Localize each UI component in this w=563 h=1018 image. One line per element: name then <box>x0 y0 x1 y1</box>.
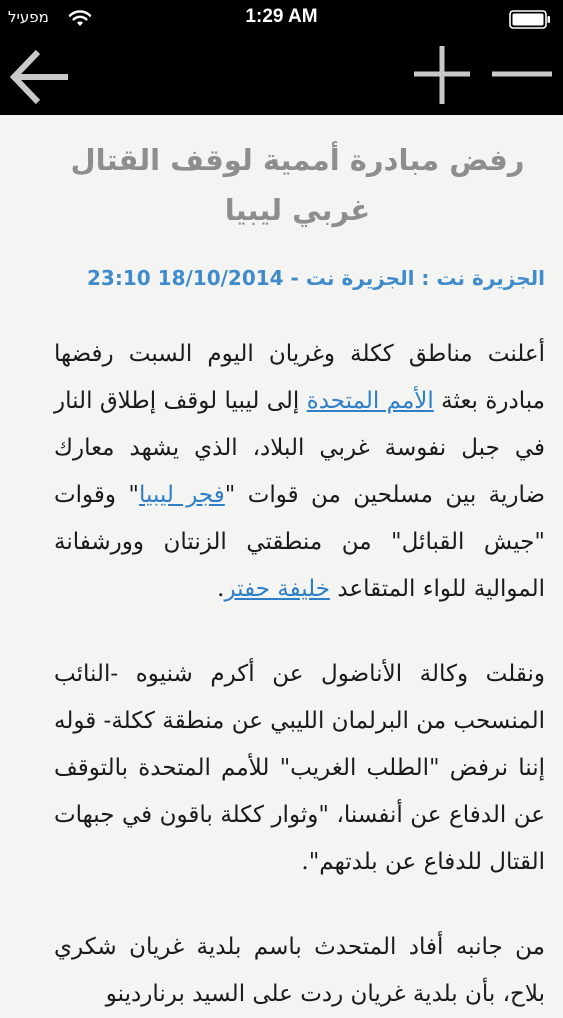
status-bar: מפעיל 1:29 AM <box>0 0 563 40</box>
link-khalifa-haftar[interactable]: خليفة حفتر <box>224 576 330 602</box>
navigation-bar <box>0 40 563 115</box>
link-libya-dawn[interactable]: فجر ليبيا <box>139 482 225 508</box>
battery-icon <box>509 10 550 29</box>
article-title: رفض مبادرة أممية لوقف القتال غربي ليبيا <box>70 143 525 227</box>
plus-icon <box>414 46 470 104</box>
minus-icon <box>492 71 552 77</box>
article-paragraph: ونقلت وكالة الأناضول عن أكرم شنيوه -النا… <box>54 661 545 875</box>
zoom-in-button[interactable] <box>410 40 474 115</box>
link-united-nations[interactable]: الأمم المتحدة <box>307 388 434 414</box>
status-time: 1:29 AM <box>245 6 318 27</box>
article-content: رفض مبادرة أممية لوقف القتال غربي ليبيا … <box>0 115 563 1018</box>
zoom-out-button[interactable] <box>490 40 554 115</box>
article-meta: الجزيرة نت : الجزيرة نت - 18/10/2014 23:… <box>87 266 545 290</box>
back-button[interactable] <box>8 40 74 115</box>
article-paragraph: من جانبه أفاد المتحدث باسم بلدية غريان ش… <box>54 934 545 1007</box>
arrow-left-icon <box>9 49 68 105</box>
article-paragraph: أعلنت مناطق ككلة وغريان اليوم السبت رفضه… <box>54 331 545 613</box>
